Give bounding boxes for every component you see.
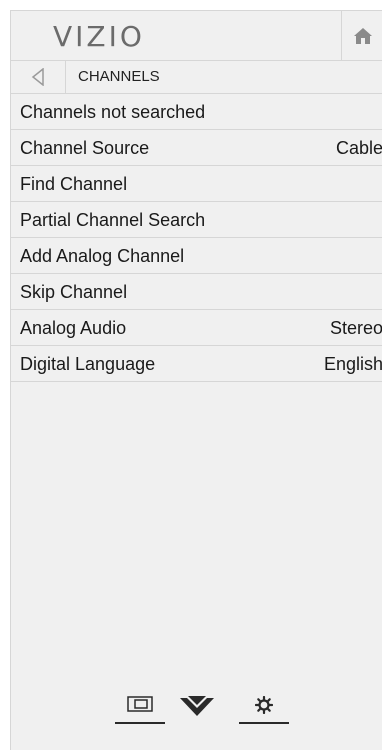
menu-item-label: Skip Channel — [20, 282, 128, 302]
vizio-v-button[interactable] — [172, 696, 222, 724]
menu-item-analog-audio[interactable]: Analog Audio Stereo — [11, 310, 382, 346]
menu-item-label: Channel Source — [20, 138, 150, 158]
input-icon — [127, 696, 153, 712]
input-button[interactable] — [115, 696, 165, 724]
vizio-v-icon — [180, 696, 214, 716]
menu-item-label: Channels not searched — [20, 102, 206, 122]
menu-item-add-analog-channel[interactable]: Add Analog Channel — [11, 238, 382, 274]
breadcrumb: CHANNELS — [11, 61, 382, 94]
page-title: CHANNELS — [78, 68, 160, 85]
menu-item-label: Digital Language — [20, 354, 156, 374]
nav-underline — [239, 722, 289, 724]
settings-button[interactable] — [239, 696, 289, 724]
menu-item-skip-channel[interactable]: Skip Channel — [11, 274, 382, 310]
menu-item-digital-language[interactable]: Digital Language English — [11, 346, 382, 382]
menu-item-value: Stereo — [329, 318, 382, 338]
menu-item-value: English — [323, 354, 382, 374]
home-button[interactable] — [341, 11, 382, 60]
menu-item-channel-source[interactable]: Channel Source Cable — [11, 130, 382, 166]
menu-item-label: Find Channel — [20, 174, 128, 194]
gear-icon — [255, 696, 273, 714]
triangle-left-icon — [31, 68, 44, 86]
menu-item-label: Partial Channel Search — [20, 210, 206, 230]
menu-item-label: Analog Audio — [20, 318, 127, 338]
menu-item-value: Cable — [335, 138, 382, 158]
vizio-logo: VIZIO — [53, 20, 145, 53]
menu-item-channels-not-searched[interactable]: Channels not searched — [11, 94, 382, 130]
panel-header: VIZIO — [11, 11, 382, 61]
nav-underline — [115, 722, 165, 724]
settings-panel: VIZIO CHANNELS Channels not searched Cha… — [10, 10, 382, 750]
menu-item-partial-channel-search[interactable]: Partial Channel Search — [11, 202, 382, 238]
menu-item-label: Add Analog Channel — [20, 246, 185, 266]
channels-menu: Channels not searched Channel Source Cab… — [11, 94, 382, 382]
home-icon — [354, 27, 372, 44]
menu-item-find-channel[interactable]: Find Channel — [11, 166, 382, 202]
back-button[interactable] — [11, 61, 66, 93]
bottom-nav — [11, 696, 382, 736]
